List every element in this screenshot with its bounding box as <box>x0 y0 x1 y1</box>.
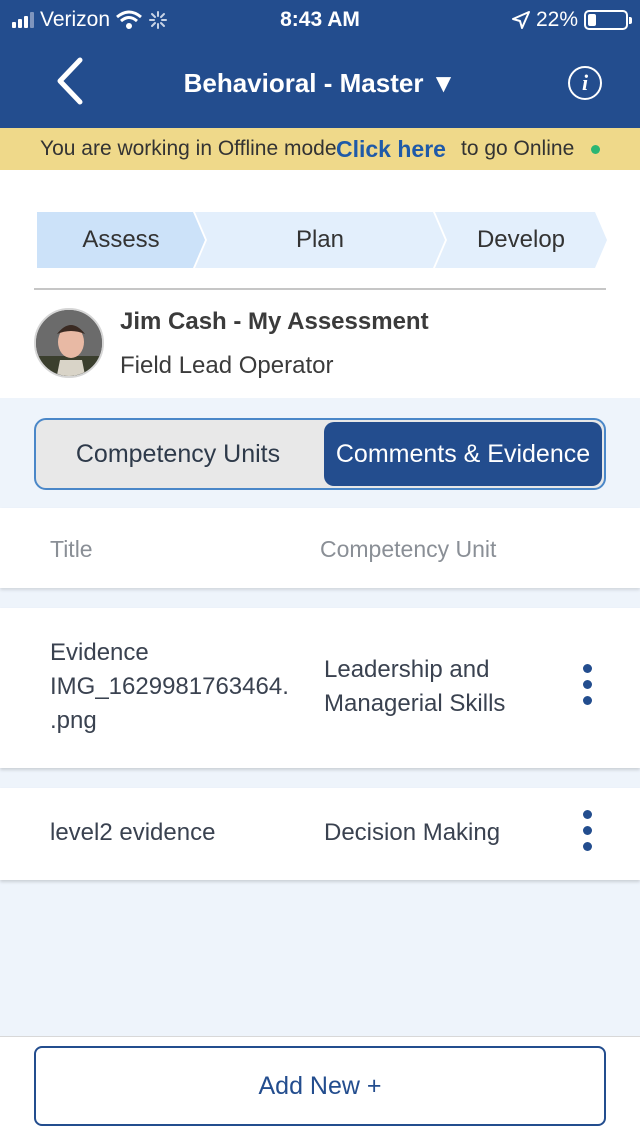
more-options-icon[interactable] <box>578 664 598 714</box>
table-row[interactable]: level2 evidence Decision Making <box>0 788 640 880</box>
more-options-icon[interactable] <box>578 810 598 860</box>
page-title-dropdown[interactable]: Behavioral - Master ▼ <box>0 68 640 99</box>
row-title: level2 evidence <box>50 819 216 846</box>
segmented-control: Competency Units Comments & Evidence <box>34 418 606 490</box>
row-competency-unit: Leadership and Managerial Skills <box>324 656 506 717</box>
row-title: Evidence IMG_1629981763464..png <box>50 639 289 734</box>
column-header-title: Title <box>50 536 93 562</box>
battery-percent: 22% <box>535 8 578 31</box>
status-dot-icon <box>591 145 600 154</box>
battery-icon <box>584 10 632 30</box>
step-develop[interactable]: Develop <box>435 212 607 268</box>
info-icon[interactable]: i <box>568 66 602 100</box>
offline-banner: You are working in Offline mode Click he… <box>0 128 640 170</box>
nav-bar: Behavioral - Master ▼ i <box>0 40 640 128</box>
row-competency-unit: Decision Making <box>324 819 501 846</box>
table-row[interactable]: Evidence IMG_1629981763464..png Leadersh… <box>0 608 640 768</box>
tab-competency-units[interactable]: Competency Units <box>38 422 318 486</box>
tab-comments-evidence[interactable]: Comments & Evidence <box>324 422 602 486</box>
column-header-competency-unit: Competency Unit <box>320 536 497 562</box>
location-arrow-icon <box>511 11 530 29</box>
offline-message: You are working in Offline mode <box>40 137 337 160</box>
step-plan[interactable]: Plan <box>195 212 445 268</box>
profile-header: Jim Cash - My Assessment Field Lead Oper… <box>34 308 594 380</box>
go-online-link[interactable]: Click here <box>336 128 446 170</box>
add-new-button[interactable]: Add New + <box>34 1046 606 1126</box>
divider <box>34 288 606 290</box>
job-role: Field Lead Operator <box>120 352 334 379</box>
offline-message-suffix: to go Online <box>461 137 575 160</box>
avatar <box>34 308 104 378</box>
status-bar: Verizon 8:43 AM 22% <box>0 0 640 40</box>
top-bar: Verizon 8:43 AM 22% Behavioral - Master … <box>0 0 640 128</box>
step-progress: Assess Plan Develop <box>37 212 607 268</box>
assessment-title: Jim Cash - My Assessment <box>120 308 429 335</box>
step-assess[interactable]: Assess <box>37 212 205 268</box>
table-header: Title Competency Unit <box>0 508 640 588</box>
